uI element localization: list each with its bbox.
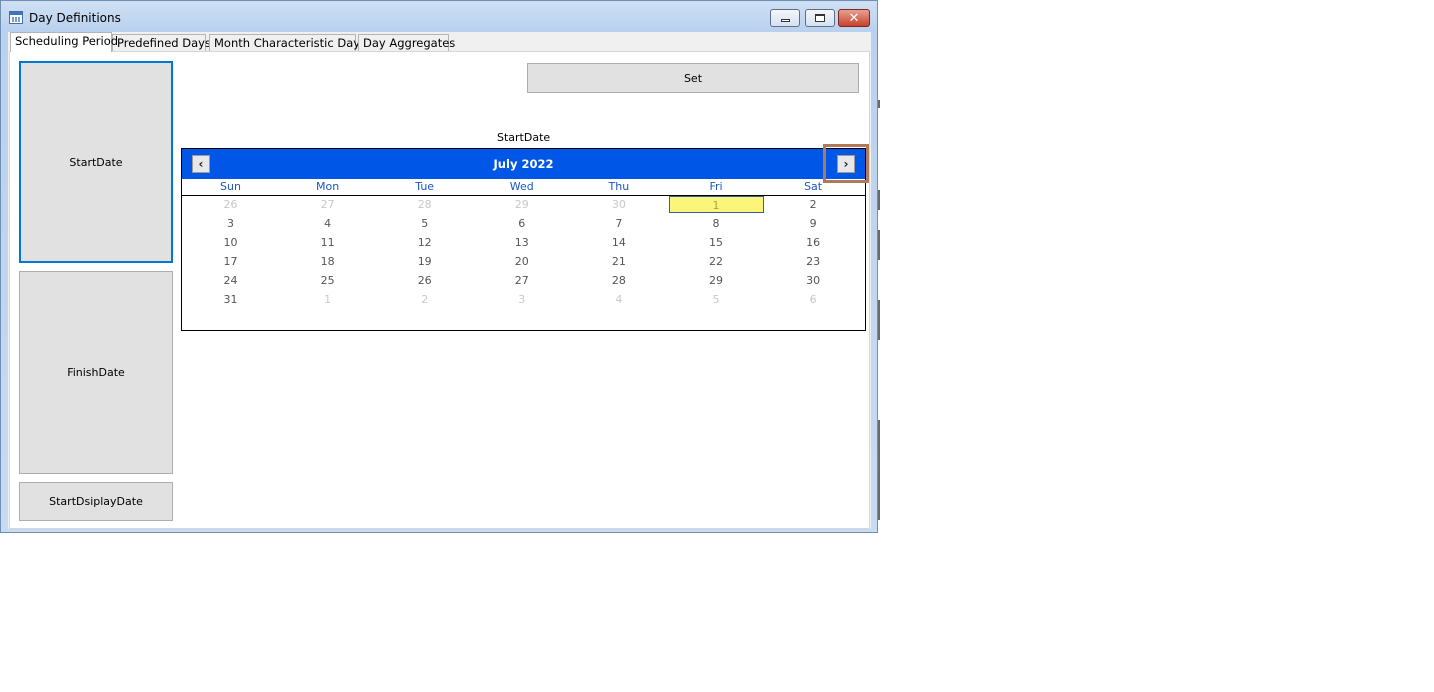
calendar-day[interactable]: 3 [183, 215, 278, 232]
background-window-edge [878, 0, 881, 535]
tab-predefined-days[interactable]: Predefined Days [112, 34, 211, 52]
calendar-day[interactable]: 22 [669, 253, 764, 270]
calendar-month-title[interactable]: July 2022 [182, 157, 865, 171]
calendar-day[interactable]: 9 [766, 215, 861, 232]
edge-mark [878, 420, 880, 520]
weekday-header-row: Sun Mon Tue Wed Thu Fri Sat [182, 180, 865, 196]
calendar-day[interactable]: 21 [571, 253, 666, 270]
calendar-day[interactable]: 15 [669, 234, 764, 251]
tab-month-characteristic-days[interactable]: Month Characteristic Days [209, 34, 366, 52]
calendar-day[interactable]: 23 [766, 253, 861, 270]
edge-mark [878, 300, 880, 340]
calendar-day[interactable]: 18 [280, 253, 375, 270]
minimize-button[interactable] [770, 9, 800, 27]
weekday-label: Fri [709, 180, 723, 193]
calendar-app-icon [9, 11, 23, 24]
calendar-day[interactable]: 24 [183, 272, 278, 289]
window-title: Day Definitions [29, 11, 121, 25]
minimize-icon [780, 19, 790, 22]
calendar-day[interactable]: 20 [474, 253, 569, 270]
calendar-day[interactable]: 19 [377, 253, 472, 270]
calendar-day[interactable]: 31 [183, 291, 278, 308]
calendar-day[interactable]: 30 [571, 196, 666, 213]
calendar-day[interactable]: 3 [474, 291, 569, 308]
close-button[interactable]: ✕ [838, 9, 870, 27]
set-button[interactable]: Set [527, 63, 859, 93]
calendar-day[interactable]: 12 [377, 234, 472, 251]
tab-scheduling-period[interactable]: Scheduling Period [10, 32, 118, 52]
start-date-button[interactable]: StartDate [19, 61, 173, 263]
weekday-label: Tue [415, 180, 435, 193]
title-bar[interactable]: Day Definitions ✕ [1, 1, 877, 33]
close-icon: ✕ [848, 10, 860, 26]
calendar-day[interactable]: 2 [377, 291, 472, 308]
calendar-day[interactable]: 2 [766, 196, 861, 213]
calendar-day-today[interactable]: 1 [668, 196, 764, 213]
calendar-day[interactable]: 11 [280, 234, 375, 251]
calendar-day[interactable]: 26 [377, 272, 472, 289]
weekday-label: Mon [315, 180, 340, 193]
edge-mark [878, 100, 880, 108]
calendar-day[interactable]: 16 [766, 234, 861, 251]
calendar-day[interactable]: 4 [571, 291, 666, 308]
window-client-area: Scheduling Period Predefined Days Month … [8, 32, 871, 529]
calendar-day[interactable]: 26 [183, 196, 278, 213]
calendar-day[interactable]: 1 [280, 291, 375, 308]
calendar-day[interactable]: 25 [280, 272, 375, 289]
maximize-icon [815, 14, 825, 22]
calendar-day[interactable]: 29 [474, 196, 569, 213]
calendar-day[interactable]: 8 [669, 215, 764, 232]
maximize-button[interactable] [805, 9, 835, 27]
weekday-label: Sat [804, 180, 823, 193]
calendar-day[interactable]: 29 [669, 272, 764, 289]
calendar-day[interactable]: 27 [474, 272, 569, 289]
calendar-label: StartDate [497, 131, 551, 144]
month-calendar[interactable]: ‹ July 2022 › Sun Mon Tue Wed Thu Fri Sat 26 27… [181, 144, 869, 331]
edge-mark [878, 230, 880, 260]
calendar-day[interactable]: 7 [571, 215, 666, 232]
weekday-label: Thu [608, 180, 630, 193]
calendar-day[interactable]: 17 [183, 253, 278, 270]
tab-strip: Scheduling Period Predefined Days Month … [8, 32, 871, 52]
chevron-right-icon: › [843, 157, 849, 171]
calendar-day[interactable]: 5 [669, 291, 764, 308]
calendar-day[interactable]: 28 [571, 272, 666, 289]
scheduling-period-page: StartDate FinishDate StartDsiplayDate Se… [9, 51, 870, 529]
next-month-button[interactable]: › [837, 155, 855, 173]
day-definitions-window: Day Definitions ✕ Scheduling Period Pred… [0, 0, 878, 533]
edge-mark [878, 190, 880, 210]
calendar-day[interactable]: 30 [766, 272, 861, 289]
calendar-day[interactable]: 14 [571, 234, 666, 251]
start-display-date-button[interactable]: StartDsiplayDate [19, 482, 173, 521]
calendar-day[interactable]: 4 [280, 215, 375, 232]
tab-day-aggregates[interactable]: Day Aggregates [358, 34, 455, 52]
calendar-day[interactable]: 6 [474, 215, 569, 232]
calendar-header: ‹ July 2022 › [182, 144, 869, 183]
calendar-day[interactable]: 5 [377, 215, 472, 232]
calendar-day[interactable]: 10 [183, 234, 278, 251]
finish-date-button[interactable]: FinishDate [19, 271, 173, 474]
calendar-day[interactable]: 27 [280, 196, 375, 213]
calendar-day[interactable]: 13 [474, 234, 569, 251]
weekday-label: Wed [509, 180, 534, 193]
weekday-label: Sun [220, 180, 241, 193]
calendar-day[interactable]: 6 [766, 291, 861, 308]
calendar-day[interactable]: 28 [377, 196, 472, 213]
